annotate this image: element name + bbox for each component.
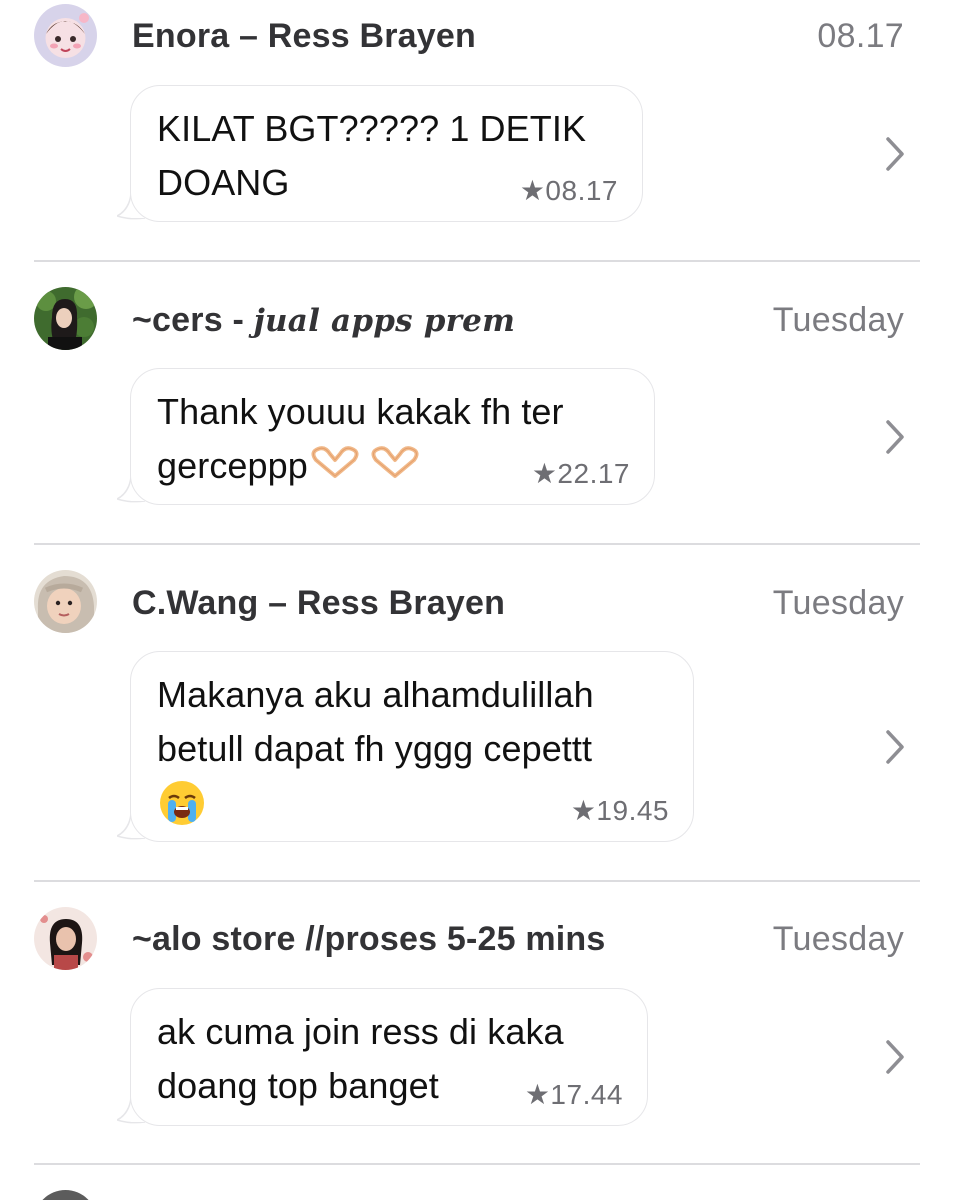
message-bubble[interactable]: Thank youuu kakak fh ter gerceppp ★22.17 [130,368,655,505]
message-content: Thank youuu kakak fh ter gerceppp [157,391,564,486]
message-stamp: ★19.45 [570,795,669,826]
chat-entry[interactable]: C.Wang – Ress Brayen Tuesday Makanya aku… [0,545,954,882]
chevron-right-icon[interactable] [884,1039,906,1075]
divider [34,1163,920,1165]
message-stamp: ★17.44 [524,1079,623,1110]
avatar[interactable] [34,907,97,970]
chat-time: Tuesday [772,301,904,339]
heart-hands-emoji [370,441,420,495]
avatar[interactable] [34,287,97,350]
message-bubble[interactable]: Makanya aku alhamdulillah betull dapat f… [130,651,694,842]
avatar[interactable] [34,4,97,67]
message-bubble[interactable]: ak cuma join ress di kaka doang top bang… [130,988,648,1126]
sender-label: Enora – Ress Brayen [132,17,476,55]
sender-name: Enora – Ress Brayen [132,17,476,56]
heart-hands-emoji [310,441,360,495]
message-stamp: ★22.17 [531,458,630,489]
sender-name: ~cers - jual apps prem [132,301,515,340]
chat-list: Enora – Ress Brayen 08.17 KILAT BGT?????… [0,0,954,1200]
sender-label: ~cers - [132,301,254,339]
message-bubble[interactable]: KILAT BGT????? 1 DETIK DOANG ★08.17 [130,85,643,222]
sender-tag: jual apps prem [253,303,516,339]
chat-time: 08.17 [817,17,904,55]
message-text: Makanya aku alhamdulillah betull dapat f… [157,674,594,769]
sender-label: C.Wang – Ress Brayen [132,584,506,622]
avatar[interactable] [34,1190,97,1200]
chat-entry[interactable]: Enora – Ress Brayen 08.17 KILAT BGT?????… [0,0,954,262]
chevron-right-icon[interactable] [884,419,906,455]
sender-name: C.Wang – Ress Brayen [132,584,505,623]
sender-name: ~alo store //proses 5-25 mins [132,920,606,959]
avatar[interactable] [34,570,97,633]
message-stamp: ★08.17 [519,175,618,206]
chevron-right-icon[interactable] [884,136,906,172]
chat-time: Tuesday [772,920,904,958]
chevron-right-icon[interactable] [884,729,906,765]
chat-entry[interactable]: ~alo store //proses 5-25 mins Tuesday ak… [0,882,954,1166]
chat-entry[interactable]: ~cers - jual apps prem Tuesday Thank you… [0,262,954,545]
chat-time: Tuesday [772,584,904,622]
sender-label: ~alo store //proses 5-25 mins [132,920,606,958]
